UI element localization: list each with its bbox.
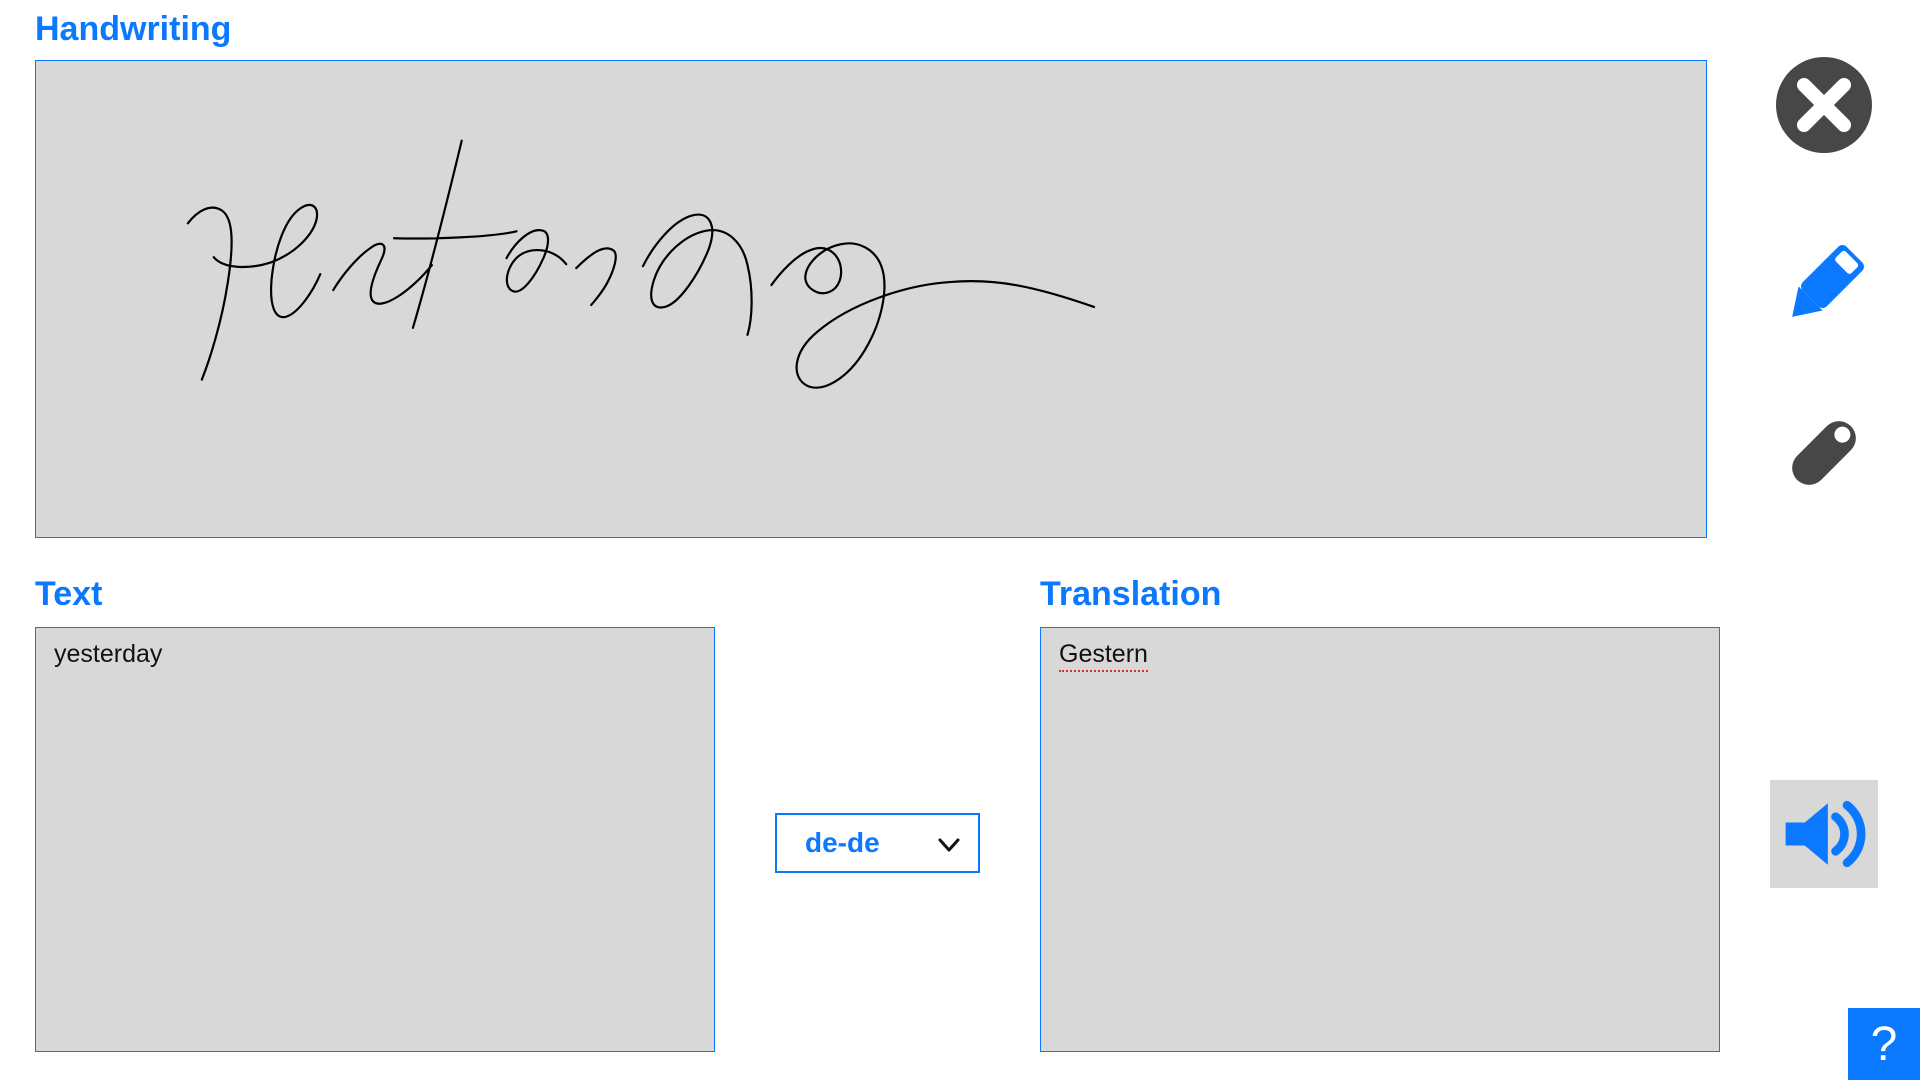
recognized-text-value: yesterday	[54, 640, 162, 668]
chevron-down-icon	[938, 828, 960, 859]
eraser-tool-button[interactable]	[1771, 400, 1876, 505]
handwriting-stroke	[36, 61, 1706, 537]
close-icon	[1774, 55, 1874, 155]
help-icon: ?	[1871, 1017, 1898, 1072]
text-heading: Text	[35, 575, 102, 614]
handwriting-heading: Handwriting	[35, 10, 231, 49]
pen-tool-button[interactable]	[1771, 232, 1876, 337]
eraser-icon	[1774, 403, 1874, 503]
handwriting-canvas[interactable]	[35, 60, 1707, 538]
speaker-icon	[1776, 786, 1872, 882]
clear-button[interactable]	[1771, 52, 1876, 157]
recognized-text-box[interactable]: yesterday	[35, 627, 715, 1052]
language-select[interactable]: de-de	[775, 813, 980, 873]
translation-heading: Translation	[1040, 575, 1221, 614]
translation-text-box[interactable]: Gestern	[1040, 627, 1720, 1052]
language-select-value: de-de	[805, 827, 938, 859]
pen-icon	[1774, 235, 1874, 335]
help-button[interactable]: ?	[1848, 1008, 1920, 1080]
translation-text-value: Gestern	[1059, 640, 1148, 672]
speak-button[interactable]	[1770, 780, 1878, 888]
